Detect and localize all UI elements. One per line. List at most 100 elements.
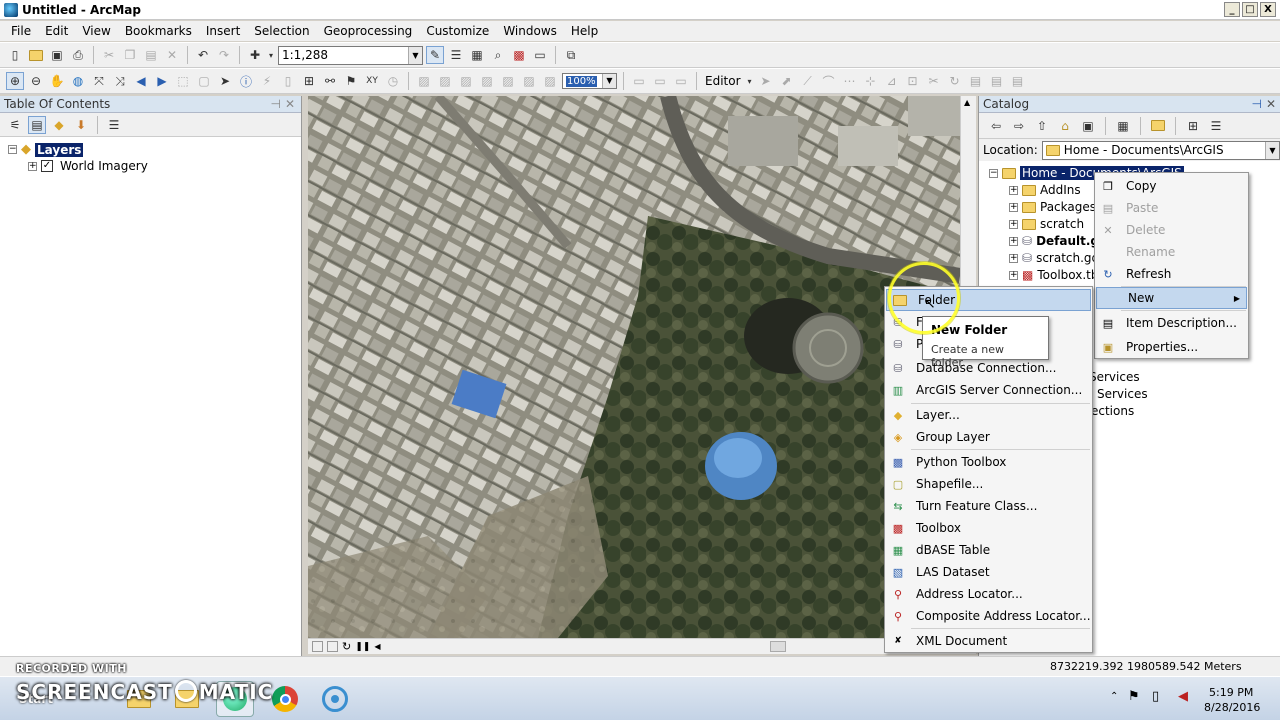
catalog-item-label[interactable]: scratch.gd — [1036, 251, 1099, 265]
edit-tool-icon[interactable]: ➤ — [757, 72, 775, 90]
collapse-icon[interactable]: − — [989, 168, 998, 178]
paste-icon[interactable]: ▤ — [142, 46, 160, 64]
submenu-python-toolbox[interactable]: ▩ Python Toolbox — [885, 451, 1092, 473]
arctoolbox-icon[interactable]: ▩ — [510, 46, 528, 64]
pause-drawing-icon[interactable]: ❚❚ — [355, 642, 370, 652]
georef-tool-5-icon[interactable]: ▨ — [499, 72, 517, 90]
georef-tool-7-icon[interactable]: ▨ — [541, 72, 559, 90]
toc-layers-row[interactable]: − ◆ Layers — [8, 142, 84, 157]
menu-paste[interactable]: ▤ Paste — [1095, 197, 1248, 219]
cut-polygons-icon[interactable]: ⊡ — [904, 72, 922, 90]
select-elements-icon[interactable]: ➤ — [216, 72, 234, 90]
fixed-zoom-in-icon[interactable]: ⤧ — [90, 72, 108, 90]
close-icon[interactable]: ✕ — [285, 96, 295, 113]
volume-icon[interactable]: ◀ — [1178, 689, 1188, 704]
georef-tool-3-icon[interactable]: ▨ — [457, 72, 475, 90]
create-features-icon[interactable]: ▤ — [1009, 72, 1027, 90]
catalog-item-services[interactable]: Services — [1097, 387, 1148, 401]
catalog-item-connections[interactable]: ections — [1091, 404, 1134, 418]
search-window-icon[interactable]: ⌕ — [489, 46, 507, 64]
undo-icon[interactable]: ↶ — [194, 46, 212, 64]
refresh-view-icon[interactable]: ↻ — [342, 640, 351, 653]
cut-icon[interactable]: ✂ — [100, 46, 118, 64]
georef-tool-4-icon[interactable]: ▨ — [478, 72, 496, 90]
catalog-item-label[interactable]: AddIns — [1040, 183, 1081, 197]
html-popup-icon[interactable]: ▯ — [279, 72, 297, 90]
pin-icon[interactable]: ⊣ — [271, 96, 281, 113]
menu-insert[interactable]: Insert — [199, 24, 247, 38]
catalog-item-packages[interactable]: + Packages — [1009, 200, 1096, 214]
menu-file[interactable]: File — [4, 24, 38, 38]
measure-icon[interactable]: ⊞ — [300, 72, 318, 90]
taskbar-screencast-icon[interactable] — [316, 681, 354, 717]
zoom-in-icon[interactable]: ⊕ — [6, 72, 24, 90]
data-view-icon[interactable] — [327, 641, 338, 652]
submenu-turn-feature-class[interactable]: ⇆ Turn Feature Class... — [885, 495, 1092, 517]
endpoint-arc-icon[interactable]: ⌒ — [820, 72, 838, 90]
expand-icon[interactable]: + — [1009, 270, 1018, 280]
catalog-item-label[interactable]: Default.g — [1036, 234, 1099, 248]
submenu-layer[interactable]: ◆ Layer... — [885, 404, 1092, 426]
new-document-icon[interactable]: ▯ — [6, 46, 24, 64]
expand-icon[interactable]: + — [1009, 253, 1018, 263]
georef-tool-2-icon[interactable]: ▨ — [436, 72, 454, 90]
layout-tool-2-icon[interactable]: ▭ — [651, 72, 669, 90]
go-to-xy-icon[interactable]: XY — [363, 72, 381, 90]
menu-help[interactable]: Help — [564, 24, 605, 38]
maximize-button[interactable]: □ — [1242, 2, 1258, 17]
time-slider-icon[interactable]: ◷ — [384, 72, 402, 90]
toc-layer-row[interactable]: + ✓ World Imagery — [28, 159, 148, 173]
back-icon[interactable]: ⇦ — [987, 117, 1005, 135]
submenu-shapefile[interactable]: ▢ Shapefile... — [885, 473, 1092, 495]
go-forward-icon[interactable]: ▶ — [153, 72, 171, 90]
save-icon[interactable]: ▣ — [48, 46, 66, 64]
submenu-toolbox[interactable]: ▩ Toolbox — [885, 517, 1092, 539]
editor-dropdown-icon[interactable]: ▾ — [746, 72, 754, 90]
catalog-item-label[interactable]: Services — [1089, 370, 1140, 384]
views-icon[interactable]: ▦ — [1114, 117, 1132, 135]
catalog-item-default-gdb[interactable]: + ⛁ Default.g — [1009, 234, 1099, 248]
trace-icon[interactable]: ⋯ — [841, 72, 859, 90]
default-gdb-icon[interactable]: ▣ — [1079, 117, 1097, 135]
scroll-up-icon[interactable]: ▲ — [964, 98, 970, 107]
edit-vertices-icon[interactable]: ⊹ — [862, 72, 880, 90]
fixed-zoom-out-icon[interactable]: ⤨ — [111, 72, 129, 90]
catalog-item-label[interactable]: Services — [1097, 387, 1148, 401]
layout-tool-3-icon[interactable]: ▭ — [672, 72, 690, 90]
map-view[interactable] — [308, 96, 960, 638]
scroll-left-icon[interactable]: ◀ — [374, 642, 380, 651]
clock-date[interactable]: 8/28/2016 — [1204, 701, 1260, 714]
horizontal-scroll-thumb[interactable] — [770, 641, 786, 652]
add-data-dropdown-icon[interactable]: ▾ — [267, 46, 275, 64]
network-icon[interactable]: ▯ — [1152, 689, 1159, 704]
redo-icon[interactable]: ↷ — [215, 46, 233, 64]
list-by-drawing-order-icon[interactable]: ⚟ — [6, 116, 24, 134]
menu-item-description[interactable]: ▤ Item Description... — [1095, 312, 1248, 334]
catalog-item-label[interactable]: ections — [1091, 404, 1134, 418]
layers-label[interactable]: Layers — [35, 142, 84, 157]
catalog-item-label[interactable]: scratch — [1040, 217, 1084, 231]
submenu-group-layer[interactable]: ◈ Group Layer — [885, 426, 1092, 448]
clear-selection-icon[interactable]: ▢ — [195, 72, 213, 90]
menu-refresh[interactable]: ↻ Refresh — [1095, 263, 1248, 285]
transparency-combo[interactable]: 100% ▼ — [562, 73, 617, 89]
submenu-dbase-table[interactable]: ▦ dBASE Table — [885, 539, 1092, 561]
up-one-level-icon[interactable]: ⇧ — [1033, 117, 1051, 135]
options-icon[interactable]: ☰ — [105, 116, 123, 134]
map-scale-combo[interactable]: 1:1,288 ▼ — [278, 45, 423, 65]
menu-edit[interactable]: Edit — [38, 24, 75, 38]
add-data-icon[interactable]: ✚ — [246, 46, 264, 64]
expand-icon[interactable]: + — [1009, 202, 1018, 212]
expand-icon[interactable]: + — [1009, 219, 1018, 229]
go-back-icon[interactable]: ◀ — [132, 72, 150, 90]
menu-properties[interactable]: ▣ Properties... — [1095, 336, 1248, 358]
delete-icon[interactable]: ✕ — [163, 46, 181, 64]
catalog-window-icon[interactable]: ▦ — [468, 46, 486, 64]
find-icon[interactable]: ⚯ — [321, 72, 339, 90]
catalog-item-gis-services[interactable]: Services — [1089, 370, 1140, 384]
menu-windows[interactable]: Windows — [496, 24, 564, 38]
show-hidden-icons[interactable]: ⌃ — [1110, 691, 1118, 702]
attributes-icon[interactable]: ▤ — [967, 72, 985, 90]
map-horizontal-scrollbar[interactable]: ↻ ❚❚ ◀ — [308, 638, 976, 654]
expand-icon[interactable]: + — [1009, 236, 1018, 246]
